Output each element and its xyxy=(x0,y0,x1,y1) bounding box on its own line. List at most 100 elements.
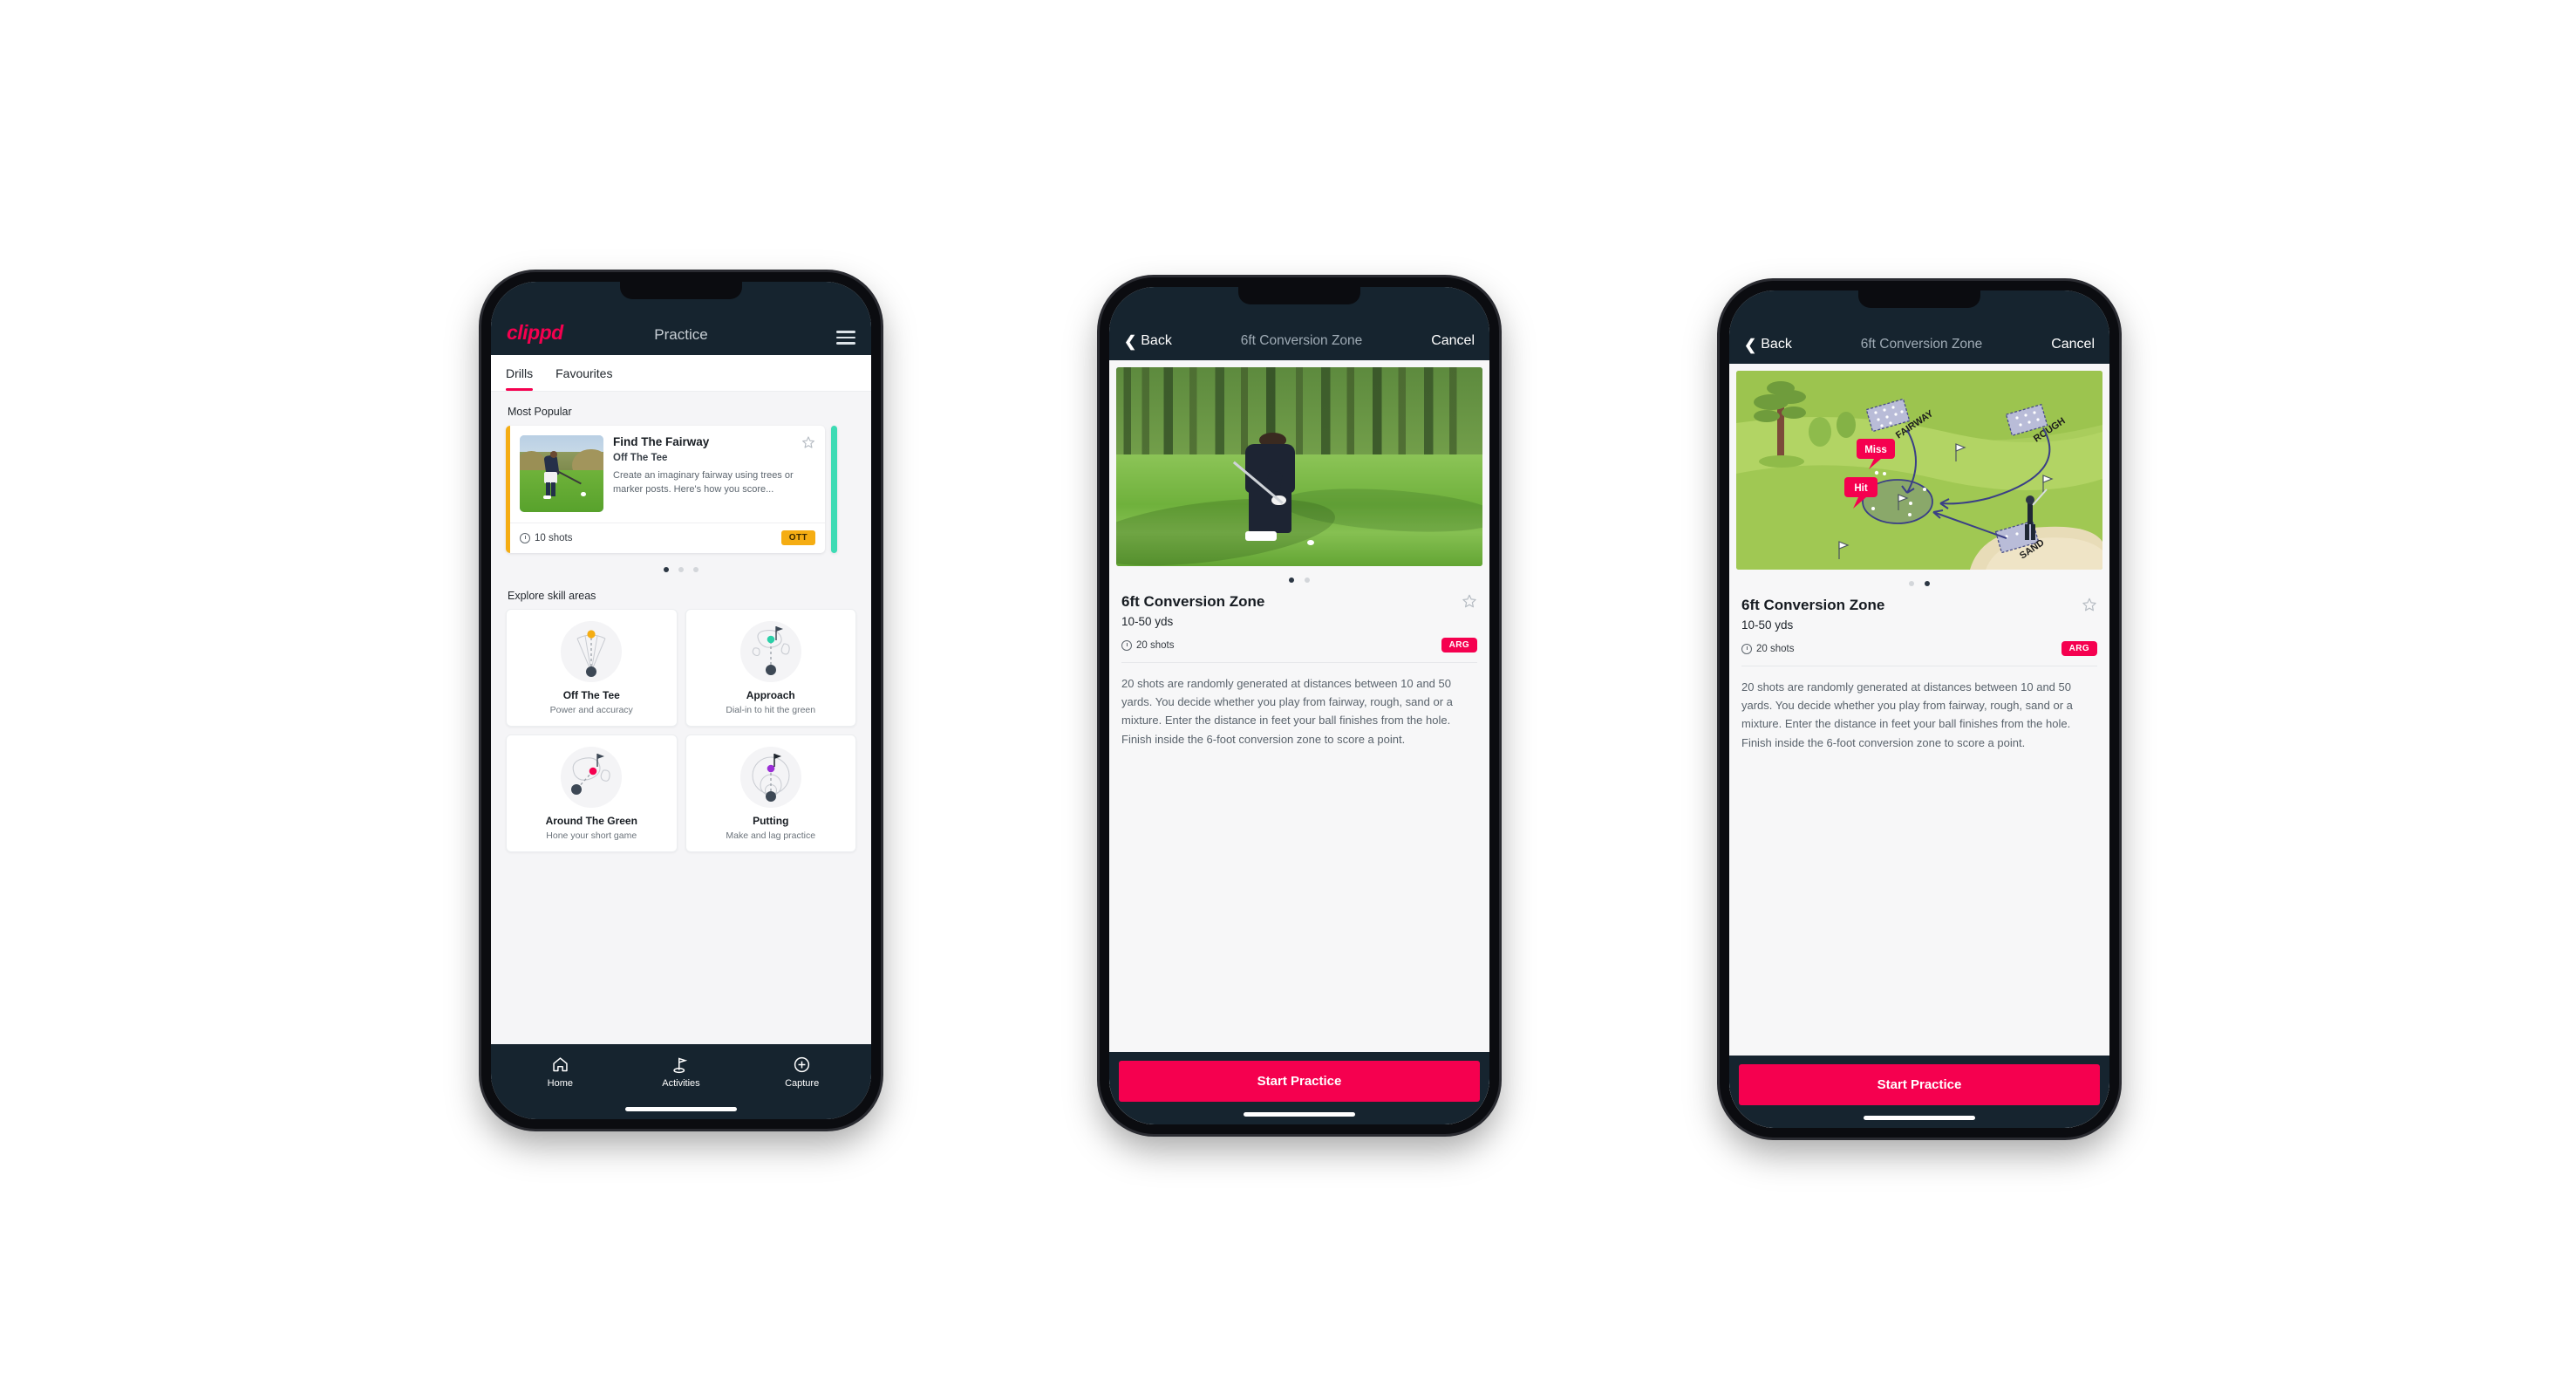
home-indicator xyxy=(1864,1116,1975,1120)
golf-hole-diagram: FAIRWAY ROUGH SAND Miss Hit xyxy=(1736,371,2102,570)
drill-detail-description: 20 shots are randomly generated at dista… xyxy=(1121,677,1453,746)
nav-item-activities-label: Activities xyxy=(662,1078,700,1089)
back-button-label: Back xyxy=(1761,337,1792,352)
putting-rings-icon xyxy=(733,747,808,808)
drill-detail-range: 10-50 yds xyxy=(1121,615,1174,629)
phone2-cta-area: Start Practice xyxy=(1109,1052,1489,1124)
nav-item-capture[interactable]: Capture xyxy=(769,1056,835,1089)
skill-card-putting[interactable]: Putting Make and lag practice xyxy=(685,734,856,852)
drill-title-row: Find The Fairway Off The Tee xyxy=(613,435,815,463)
drill-card-top: Find The Fairway Off The Tee Create an i… xyxy=(510,426,825,523)
phone2-screen: ❮ Back 6ft Conversion Zone Cancel 6ft Co… xyxy=(1109,287,1489,1124)
skill-desc: Dial-in to hit the green xyxy=(726,705,816,715)
start-practice-button[interactable]: Start Practice xyxy=(1119,1061,1480,1102)
drill-card[interactable]: Find The Fairway Off The Tee Create an i… xyxy=(506,426,825,553)
drill-name: Find The Fairway xyxy=(613,435,710,448)
home-icon xyxy=(553,1057,568,1072)
home-indicator xyxy=(1244,1112,1355,1117)
skill-card-approach[interactable]: Approach Dial-in to hit the green xyxy=(685,609,856,727)
phone3-cta-area: Start Practice xyxy=(1729,1056,2109,1128)
phone-mockup-practice-list: clippd Practice Drills Favourites Most P… xyxy=(481,272,881,1129)
clippd-logo[interactable]: clippd xyxy=(507,321,563,345)
nav-item-home[interactable]: Home xyxy=(527,1056,593,1089)
cancel-button[interactable]: Cancel xyxy=(2051,337,2095,352)
drill-category: Off The Tee xyxy=(613,452,668,463)
start-practice-button[interactable]: Start Practice xyxy=(1739,1064,2100,1105)
drill-carousel[interactable]: Find The Fairway Off The Tee Create an i… xyxy=(506,426,856,553)
carousel-dot-1[interactable] xyxy=(664,567,669,572)
svg-text:Hit: Hit xyxy=(1854,483,1868,494)
back-button[interactable]: ❮ Back xyxy=(1124,333,1172,349)
carousel-dot-3[interactable] xyxy=(693,567,699,572)
drill-badge-ott: OTT xyxy=(780,530,815,545)
star-outline-icon[interactable] xyxy=(2082,597,2097,612)
star-outline-icon[interactable] xyxy=(801,435,815,449)
phone3-notch xyxy=(1858,290,1980,308)
drill-detail-title: 6ft Conversion Zone xyxy=(1121,593,1265,610)
drill-thumbnail xyxy=(520,435,603,512)
hamburger-menu-icon[interactable] xyxy=(836,331,855,345)
back-button[interactable]: ❮ Back xyxy=(1744,337,1792,352)
drill-shots-label: 10 shots xyxy=(535,532,573,543)
chevron-left-icon: ❮ xyxy=(1124,332,1137,350)
skill-desc: Power and accuracy xyxy=(549,705,633,715)
drill-detail-description: 20 shots are randomly generated at dista… xyxy=(1741,680,2073,749)
most-popular-heading: Most Popular xyxy=(508,406,572,418)
svg-text:Miss: Miss xyxy=(1864,445,1887,455)
phone1-notch xyxy=(620,282,742,299)
drill-info: Find The Fairway Off The Tee Create an i… xyxy=(613,435,815,512)
phone-mockup-drill-detail-illustration: ❮ Back 6ft Conversion Zone Cancel FAIRWA… xyxy=(1720,281,2119,1138)
skill-name: Off The Tee xyxy=(562,689,620,701)
drill-detail-title-row: 6ft Conversion Zone 10-50 yds xyxy=(1121,593,1477,628)
drill-detail-title: 6ft Conversion Zone xyxy=(1741,597,1885,613)
drill-media-illustration[interactable]: FAIRWAY ROUGH SAND Miss Hit xyxy=(1736,371,2102,570)
golfer-figure xyxy=(1226,433,1314,546)
chevron-left-icon: ❮ xyxy=(1744,336,1757,353)
phone2-content: 6ft Conversion Zone 10-50 yds 20 shots A… xyxy=(1109,360,1489,1124)
drill-detail-shots-label: 20 shots xyxy=(1756,643,1795,654)
drill-description: Create an imaginary fairway using trees … xyxy=(613,469,794,495)
screenshot-stage: clippd Practice Drills Favourites Most P… xyxy=(0,0,2576,1387)
nav-item-activities[interactable]: Activities xyxy=(648,1056,714,1089)
clock-icon xyxy=(1121,639,1132,651)
tab-favourites[interactable]: Favourites xyxy=(555,355,623,391)
drill-badge-arg: ARG xyxy=(1441,638,1477,653)
tab-drills[interactable]: Drills xyxy=(506,355,543,391)
skill-desc: Hone your short game xyxy=(546,830,637,841)
next-drill-card-peek[interactable] xyxy=(831,426,837,553)
drill-badge-arg: ARG xyxy=(2061,641,2097,657)
skill-areas-grid: Off The Tee Power and accuracy Approach … xyxy=(506,609,856,852)
skill-card-around-the-green[interactable]: Around The Green Hone your short game xyxy=(506,734,678,852)
tab-bar: Drills Favourites xyxy=(491,355,871,392)
drill-detail-meta-row: 20 shots ARG xyxy=(1741,641,2097,657)
home-indicator xyxy=(625,1107,737,1111)
nav-item-capture-label: Capture xyxy=(785,1078,820,1089)
drill-detail-shots: 20 shots xyxy=(1121,639,1175,651)
drill-detail-meta-row: 20 shots ARG xyxy=(1121,638,1477,653)
back-button-label: Back xyxy=(1141,333,1172,348)
star-outline-icon[interactable] xyxy=(1462,593,1477,609)
carousel-dot-2[interactable] xyxy=(678,567,684,572)
nav-item-home-label: Home xyxy=(547,1078,573,1089)
phone3-screen: ❮ Back 6ft Conversion Zone Cancel FAIRWA… xyxy=(1729,290,2109,1128)
drill-detail-shots: 20 shots xyxy=(1741,643,1795,654)
skill-name: Putting xyxy=(753,815,789,827)
drill-detail-title-row: 6ft Conversion Zone 10-50 yds xyxy=(1741,597,2097,632)
tab-drills-label: Drills xyxy=(506,366,534,380)
clock-icon xyxy=(520,532,530,543)
drill-detail-shots-label: 20 shots xyxy=(1136,639,1175,651)
skill-desc: Make and lag practice xyxy=(726,830,816,841)
bottom-navigation: Home Activities Capture xyxy=(491,1044,871,1119)
drill-detail: 6ft Conversion Zone 10-50 yds 20 shots A… xyxy=(1729,586,2109,752)
chip-around-green-icon xyxy=(554,747,629,808)
skill-card-off-the-tee[interactable]: Off The Tee Power and accuracy xyxy=(506,609,678,727)
cancel-button[interactable]: Cancel xyxy=(1431,333,1475,349)
tee-fan-icon xyxy=(554,621,629,682)
carousel-dots[interactable] xyxy=(506,567,856,572)
skill-areas-heading: Explore skill areas xyxy=(508,590,596,602)
golf-flag-icon xyxy=(673,1057,688,1074)
green-approach-icon xyxy=(733,621,808,682)
phone1-screen: clippd Practice Drills Favourites Most P… xyxy=(491,282,871,1119)
clock-icon xyxy=(1741,643,1752,654)
drill-media-photo[interactable] xyxy=(1116,367,1482,566)
